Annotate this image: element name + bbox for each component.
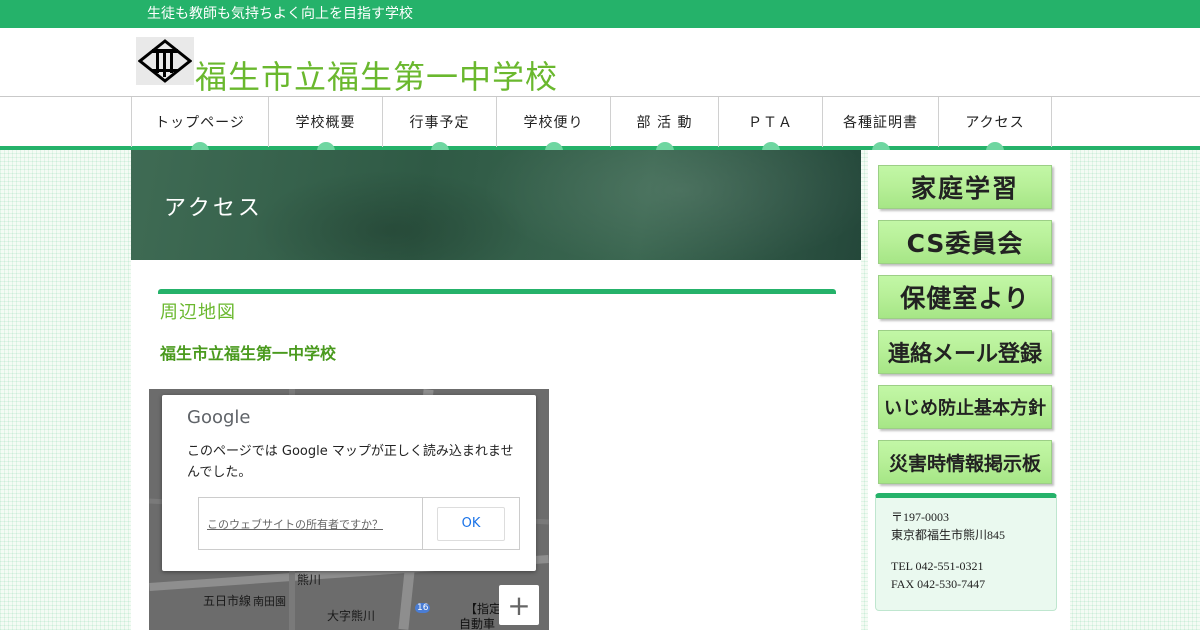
nav-label: 学校概要 (295, 115, 356, 131)
google-logo: Google (187, 407, 251, 428)
map-error-dialog: Google このページでは Google マップが正しく読み込まれませんでした… (162, 395, 536, 571)
postal-code: 〒197-0003 (891, 510, 949, 524)
disaster-board-button[interactable]: 災害時情報掲示板 (878, 440, 1052, 484)
school-name: 福生市立福生第一中学校 (160, 344, 337, 363)
zoom-in-button[interactable]: + (499, 585, 539, 625)
school-logo[interactable] (136, 37, 194, 85)
ok-area: OK (423, 498, 519, 549)
phone: TEL 042-551-0321 (891, 559, 984, 573)
nav-item-events[interactable]: 行事予定 (382, 97, 496, 151)
school-emblem-icon (138, 39, 192, 83)
contact-info: 〒197-0003 東京都福生市熊川845 TEL 042-551-0321 F… (875, 493, 1057, 611)
health-room-button[interactable]: 保健室より (878, 275, 1052, 319)
nav-item-certificates[interactable]: 各種証明書 (822, 97, 938, 151)
map-label: 熊川 (297, 573, 322, 587)
anti-bullying-policy-button[interactable]: いじめ防止基本方針 (878, 385, 1052, 429)
email-registration-button[interactable]: 連絡メール登録 (878, 330, 1052, 374)
nav-label: トップページ (155, 115, 245, 131)
nav-item-top[interactable]: トップページ (131, 97, 268, 151)
nav-label: 学校便り (523, 115, 584, 131)
top-bar: 生徒も教師も気持ちよく向上を目指す学校 (0, 0, 1200, 28)
cs-committee-button[interactable]: CS委員会 (878, 220, 1052, 264)
section-heading: 周辺地図 (160, 302, 236, 323)
nav-item-access[interactable]: アクセス (938, 97, 1052, 151)
nav-label: ＰＴＡ (748, 115, 793, 131)
map-label: 五日市線 (203, 594, 252, 608)
global-nav: トップページ 学校概要 行事予定 学校便り 部 活 動 ＰＴＡ 各種証明書 アク… (0, 96, 1200, 151)
nav-label: 部 活 動 (636, 115, 693, 131)
nav-label: 各種証明書 (843, 115, 918, 131)
nav-item-pta[interactable]: ＰＴＡ (718, 97, 822, 151)
nav-item-clubs[interactable]: 部 活 動 (610, 97, 718, 151)
nav-label: 行事予定 (409, 115, 470, 131)
map-label: 南田園 (253, 595, 286, 608)
nav-label: アクセス (965, 115, 1025, 131)
tagline: 生徒も教師も気持ちよく向上を目指す学校 (147, 6, 413, 22)
nav-item-newsletter[interactable]: 学校便り (496, 97, 610, 151)
home-study-button[interactable]: 家庭学習 (878, 165, 1052, 209)
page-title: アクセス (164, 196, 263, 221)
map-label: 自動車 (459, 617, 496, 630)
owner-link[interactable]: このウェブサイトの所有者ですか？ (199, 498, 423, 549)
ok-button[interactable]: OK (437, 506, 505, 541)
map-label: 大字熊川 (327, 609, 376, 623)
site-title[interactable]: 福生市立福生第一中学校 (195, 52, 558, 98)
address: 東京都福生市熊川845 (891, 528, 1006, 542)
section-divider (158, 289, 836, 294)
nav-item-overview[interactable]: 学校概要 (268, 97, 382, 151)
page-hero: アクセス (131, 150, 861, 260)
fax: FAX 042-530-7447 (891, 577, 986, 591)
dialog-actions: このウェブサイトの所有者ですか？ OK (198, 497, 520, 550)
map-error-message: このページでは Google マップが正しく読み込まれませんでした。 (187, 444, 514, 480)
route-marker: 16 (415, 603, 431, 613)
